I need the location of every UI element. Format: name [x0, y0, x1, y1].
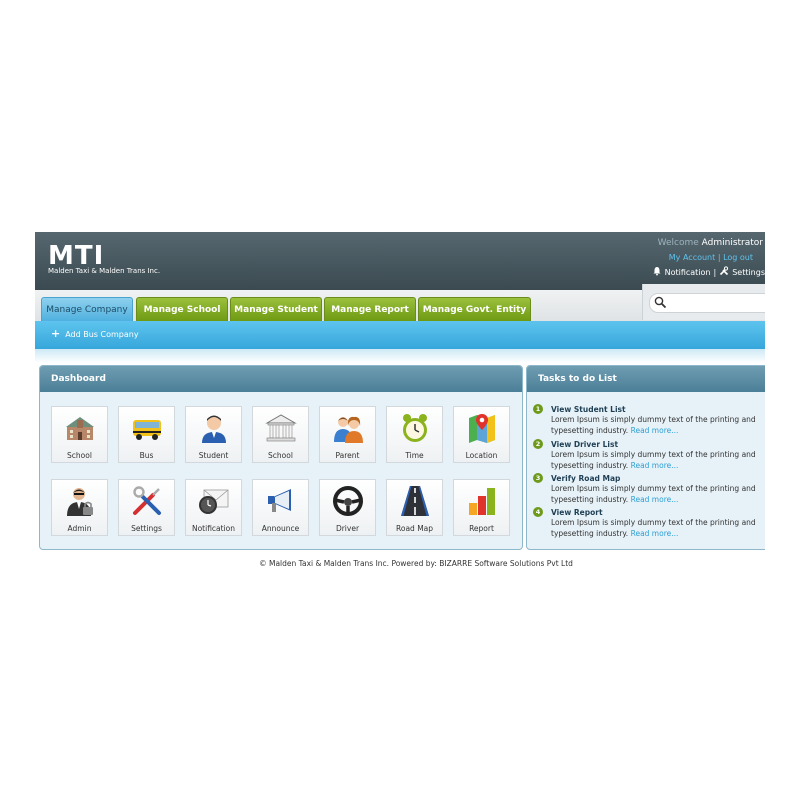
tile-label: Notification: [191, 524, 236, 533]
search-icon[interactable]: [654, 296, 667, 309]
tile-time[interactable]: Time: [386, 406, 443, 463]
tile-label: Report: [469, 524, 494, 533]
tile-label: School: [268, 451, 293, 460]
tile-label: School: [67, 451, 92, 460]
task-title[interactable]: View Driver List: [551, 440, 618, 449]
read-more-link[interactable]: Read more...: [631, 426, 679, 435]
map-pin-icon: [469, 414, 495, 443]
add-bus-company-label: Add Bus Company: [65, 329, 139, 339]
task-title[interactable]: View Report: [551, 508, 603, 517]
dashboard-panel: Dashboard School Bus Student School Pare…: [39, 365, 523, 550]
footer-copyright: © Malden Taxi & Malden Trans Inc. Powere…: [259, 559, 573, 568]
tile-label: Settings: [131, 524, 162, 533]
username: Administrator: [701, 238, 763, 248]
tile-driver[interactable]: Driver: [319, 479, 376, 536]
tile-school-2[interactable]: School: [252, 406, 309, 463]
task-desc: Lorem Ipsum is simply dummy text of the …: [551, 484, 765, 505]
tile-label: Parent: [335, 451, 360, 460]
task-desc: Lorem Ipsum is simply dummy text of the …: [551, 518, 765, 539]
welcome-text: Welcome Administrator: [658, 238, 763, 248]
school-building-icon: [66, 417, 94, 440]
task-number: 3: [533, 473, 543, 483]
tile-label: Announce: [261, 524, 300, 533]
tile-report[interactable]: Report: [453, 479, 510, 536]
tile-settings[interactable]: Settings: [118, 479, 175, 536]
school-columns-icon: [265, 414, 297, 442]
tasks-title: Tasks to do List: [527, 366, 765, 392]
read-more-link[interactable]: Read more...: [631, 495, 679, 504]
tile-label: Admin: [67, 524, 92, 533]
tile-school[interactable]: School: [51, 406, 108, 463]
task-number: 2: [533, 439, 543, 449]
task-title[interactable]: View Student List: [551, 405, 626, 414]
task-desc: Lorem Ipsum is simply dummy text of the …: [551, 450, 765, 471]
notification-link[interactable]: Notification: [665, 268, 711, 277]
tile-parent[interactable]: Parent: [319, 406, 376, 463]
tile-label: Bus: [139, 451, 154, 460]
task-title[interactable]: Verify Road Map: [551, 474, 620, 483]
tab-manage-student[interactable]: Manage Student: [230, 297, 322, 321]
tile-student[interactable]: Student: [185, 406, 242, 463]
megaphone-icon: [268, 489, 291, 512]
read-more-link[interactable]: Read more...: [631, 461, 679, 470]
my-account-link[interactable]: My Account: [669, 253, 715, 262]
plus-icon: +: [51, 327, 61, 340]
tile-label: Location: [465, 451, 498, 460]
task-number: 4: [533, 507, 543, 517]
logo[interactable]: MTI: [48, 243, 104, 269]
header-actions: Notification | Settings: [652, 266, 765, 278]
admin-icon: [67, 488, 93, 516]
tab-manage-company[interactable]: Manage Company: [41, 297, 133, 321]
account-links: My Account | Log out: [669, 253, 753, 262]
read-more-link[interactable]: Read more...: [631, 529, 679, 538]
bus-icon: [133, 420, 161, 440]
tools-small-icon[interactable]: [719, 266, 729, 278]
student-icon: [202, 415, 226, 443]
steering-wheel-icon: [333, 486, 363, 516]
bar-chart-icon: [469, 488, 495, 515]
settings-link[interactable]: Settings: [732, 268, 765, 277]
tile-label: Road Map: [395, 524, 434, 533]
tile-notification[interactable]: Notification: [185, 479, 242, 536]
tile-bus[interactable]: Bus: [118, 406, 175, 463]
header-separator: |: [713, 267, 717, 277]
tab-manage-school[interactable]: Manage School: [136, 297, 228, 321]
logo-subtitle: Malden Taxi & Malden Trans Inc.: [48, 267, 161, 275]
tile-label: Driver: [335, 524, 360, 533]
search-area: [642, 284, 765, 320]
notification-icon: [199, 489, 229, 514]
tab-manage-report[interactable]: Manage Report: [324, 297, 416, 321]
tile-label: Student: [198, 451, 229, 460]
dashboard-title: Dashboard: [40, 366, 522, 392]
tile-road-map[interactable]: Road Map: [386, 479, 443, 536]
tile-announce[interactable]: Announce: [252, 479, 309, 536]
search-input[interactable]: [649, 293, 765, 313]
welcome-label: Welcome: [657, 238, 699, 248]
bell-icon[interactable]: [652, 266, 662, 278]
tasks-panel: Tasks to do List 1 View Student List Lor…: [526, 365, 765, 550]
add-bus-company-button[interactable]: + Add Bus Company: [51, 327, 139, 340]
logout-link[interactable]: Log out: [723, 253, 753, 262]
top-header: MTI Malden Taxi & Malden Trans Inc. Welc…: [35, 232, 765, 290]
parent-icon: [334, 416, 363, 443]
tab-manage-govt-entity[interactable]: Manage Govt. Entity: [418, 297, 531, 321]
tile-label: Time: [405, 451, 424, 460]
alarm-clock-icon: [403, 414, 427, 442]
road-icon: [401, 486, 429, 516]
app-window: MTI Malden Taxi & Malden Trans Inc. Welc…: [35, 232, 765, 577]
task-number: 1: [533, 404, 543, 414]
toolbar-shadow: [35, 349, 765, 363]
tools-icon: [133, 486, 161, 515]
tile-admin[interactable]: Admin: [51, 479, 108, 536]
task-desc: Lorem Ipsum is simply dummy text of the …: [551, 415, 765, 436]
link-separator: |: [717, 253, 721, 262]
sub-toolbar: + Add Bus Company: [35, 321, 765, 349]
tile-location[interactable]: Location: [453, 406, 510, 463]
